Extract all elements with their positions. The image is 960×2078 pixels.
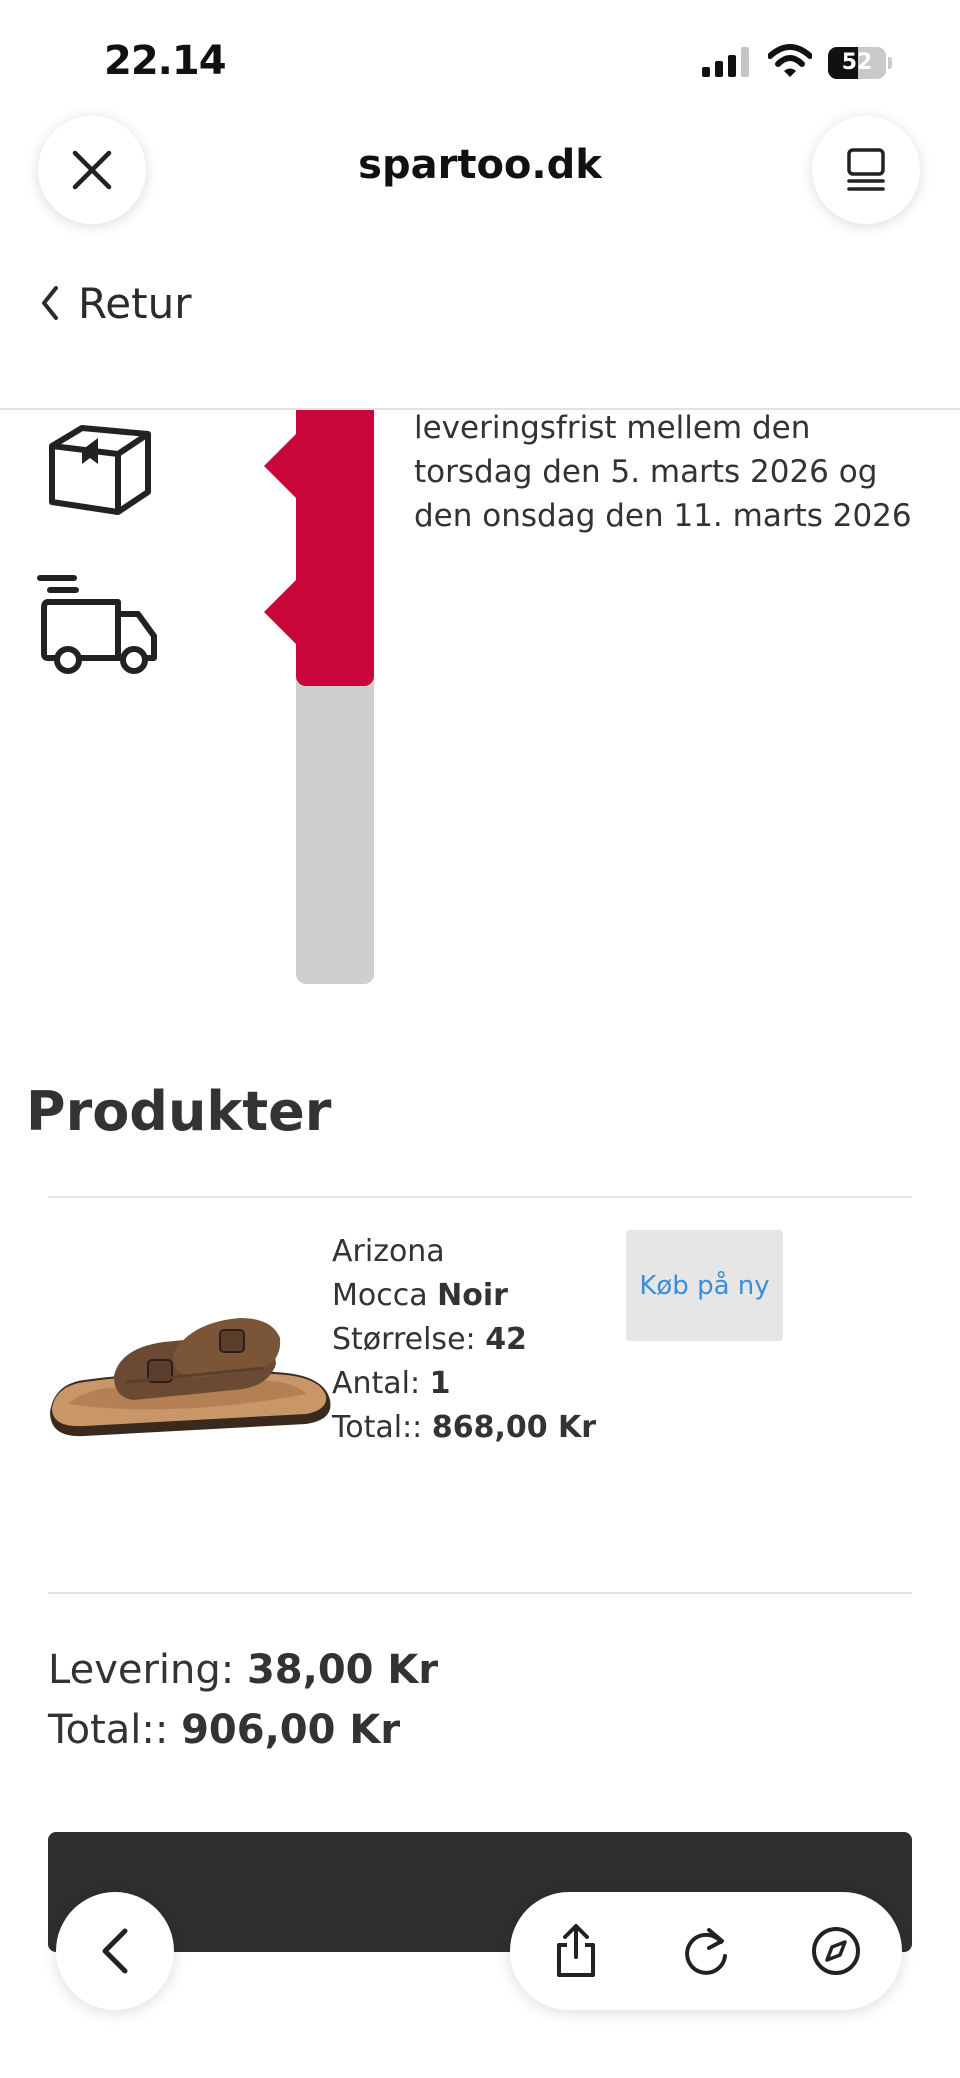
browser-back-button[interactable]: [56, 1892, 174, 2010]
wifi-icon: [767, 44, 813, 78]
product-quantity-value: 1: [429, 1366, 451, 1401]
status-time: 22.14: [104, 38, 227, 84]
order-total-value: 906,00 Kr: [181, 1707, 401, 1753]
compass-icon: [812, 1927, 860, 1975]
product-color: Mocca Noir: [332, 1278, 508, 1313]
product-size-value: 42: [485, 1322, 527, 1357]
delivery-cost: Levering: 38,00 Kr: [48, 1647, 439, 1693]
buy-again-button[interactable]: Køb på ny: [626, 1230, 783, 1341]
share-icon: [557, 1924, 595, 1977]
product-quantity: Antal: 1: [332, 1366, 451, 1401]
share-button[interactable]: [544, 1919, 608, 1983]
browser-toolbar: [510, 1892, 902, 2010]
product-image[interactable]: [44, 1308, 334, 1458]
product-size: Størrelse: 42: [332, 1322, 527, 1357]
chevron-left-icon: [102, 1928, 128, 1974]
back-label: Retur: [78, 278, 192, 328]
reload-button[interactable]: [674, 1919, 738, 1983]
divider: [48, 1592, 912, 1594]
progress-fill: [296, 410, 374, 686]
progress-marker: [264, 432, 298, 500]
product-total: Total:: 868,00 Kr: [332, 1410, 597, 1445]
product-details: Arizona Mocca Noir Størrelse: 42 Antal: …: [332, 1230, 596, 1450]
order-summary: Levering: 38,00 Kr Total:: 906,00 Kr: [48, 1640, 438, 1760]
product-name: Arizona: [332, 1234, 445, 1269]
divider: [48, 1196, 912, 1198]
delivery-estimate: leveringsfrist mellem den torsdag den 5.…: [414, 410, 912, 534]
product-color-value: Noir: [437, 1278, 508, 1313]
order-total: Total:: 906,00 Kr: [48, 1707, 401, 1753]
product-total-value: 868,00 Kr: [431, 1410, 597, 1445]
reload-icon: [685, 1928, 727, 1975]
progress-marker: [264, 578, 298, 646]
battery-indicator: 52: [828, 47, 892, 79]
sandal-image: [50, 1318, 331, 1437]
package-icon: [48, 424, 152, 520]
tabs-button[interactable]: [812, 116, 920, 224]
compass-button[interactable]: [804, 1919, 868, 1983]
delivery-cost-value: 38,00 Kr: [246, 1647, 439, 1693]
battery-percent: 52: [841, 50, 873, 75]
products-heading: Produkter: [26, 1080, 332, 1143]
cellular-signal-icon: [702, 47, 750, 77]
tabs-icon: [847, 148, 885, 191]
back-link[interactable]: Retur: [40, 278, 192, 328]
chevron-left-icon: [42, 286, 58, 320]
truck-icon: [36, 574, 160, 682]
